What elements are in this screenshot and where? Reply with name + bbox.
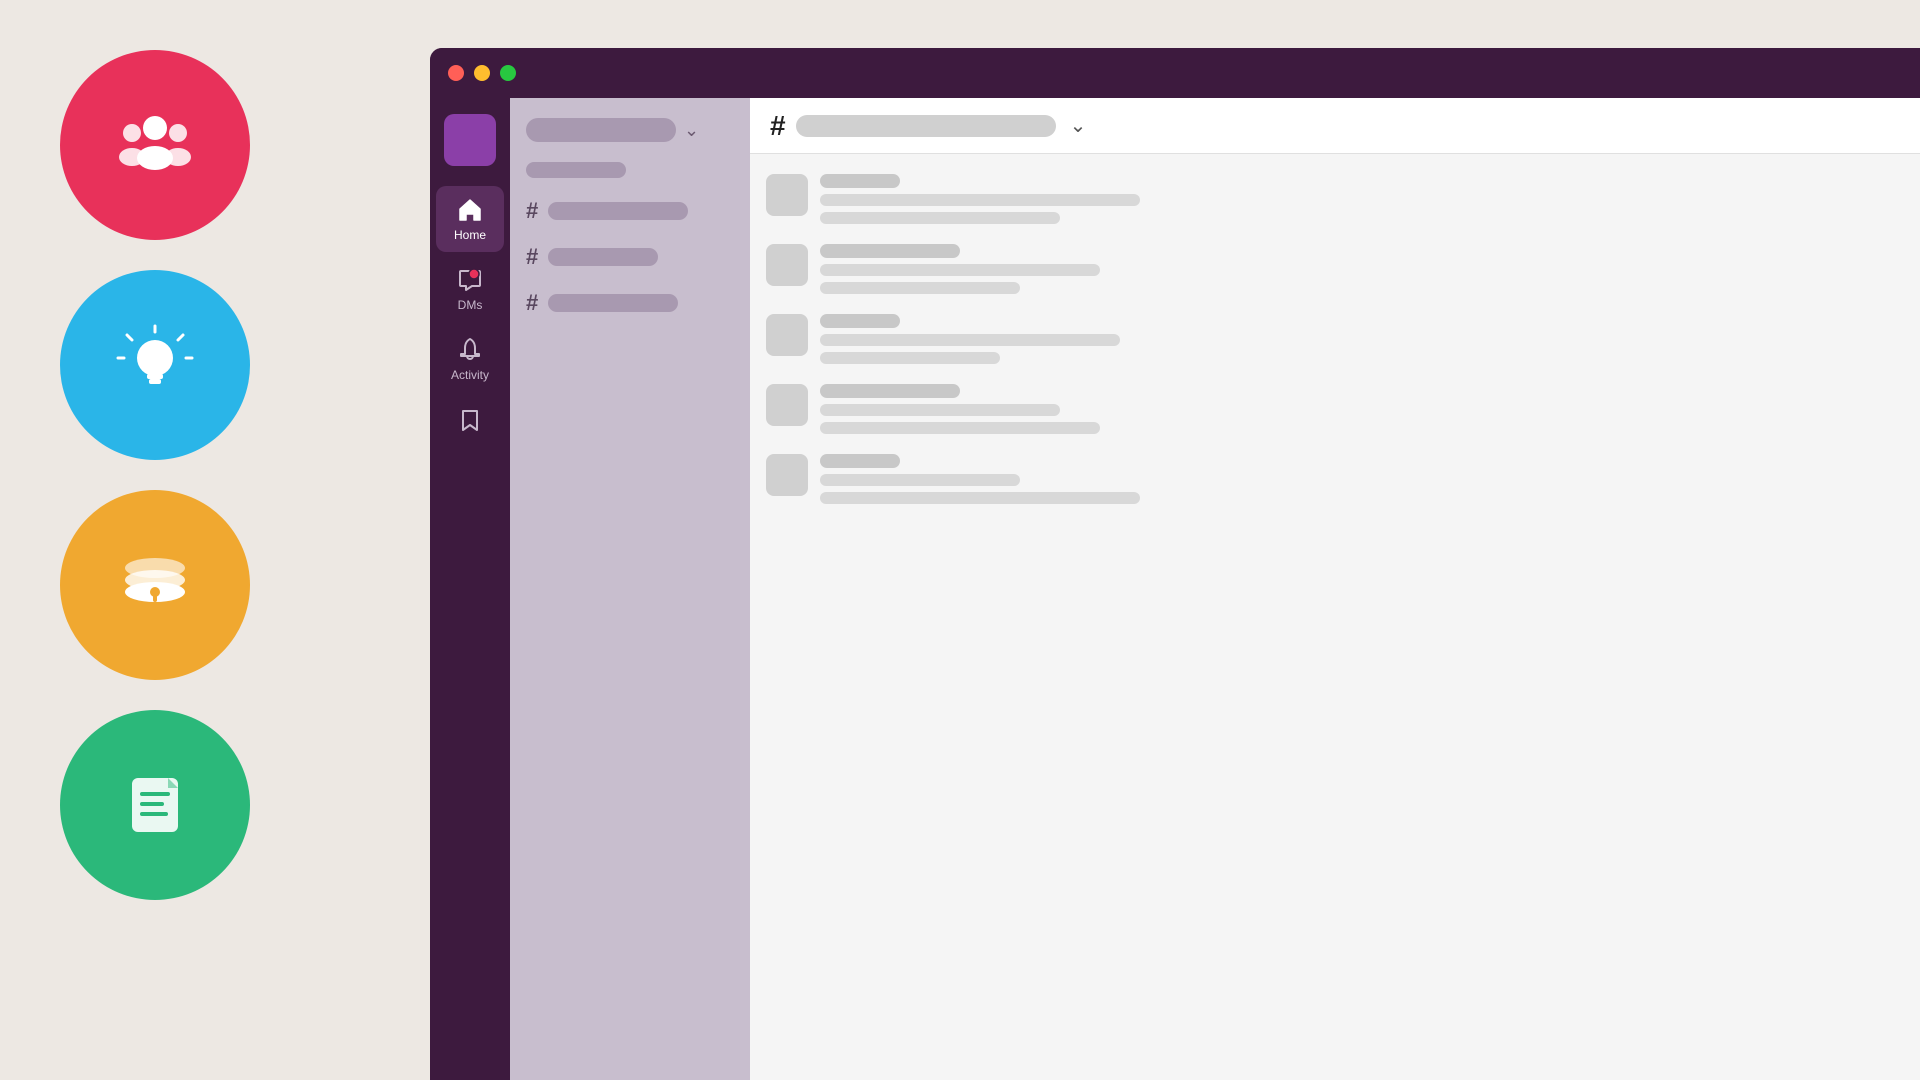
main-area: Home DMs Activity: [430, 98, 1920, 1080]
message-content: [820, 384, 1904, 434]
minimize-button[interactable]: [474, 65, 490, 81]
channels-section-label: [526, 162, 626, 178]
people-icon: [110, 100, 200, 190]
hash-icon-1: #: [526, 198, 538, 224]
channel-item-1[interactable]: #: [526, 194, 734, 228]
content-title-bar: [796, 115, 1056, 137]
nav-item-dms[interactable]: DMs: [436, 256, 504, 322]
avatar: [766, 244, 808, 286]
message-list: [750, 154, 1920, 1080]
content-hash-icon: #: [770, 110, 786, 142]
msg-text-bar: [820, 264, 1100, 276]
left-icon-panel: [60, 50, 250, 900]
layers-icon: [110, 540, 200, 630]
maximize-button[interactable]: [500, 65, 516, 81]
table-row: [766, 454, 1904, 504]
message-content: [820, 244, 1904, 294]
sidebar-nav: Home DMs Activity: [430, 98, 510, 1080]
table-row: [766, 384, 1904, 434]
msg-text-bar: [820, 404, 1060, 416]
channel-name-bar-3: [548, 294, 678, 312]
msg-text-bar: [820, 194, 1140, 206]
msg-name-bar: [820, 454, 900, 468]
msg-name-bar: [820, 314, 900, 328]
msg-name-bar: [820, 174, 900, 188]
home-icon: [456, 196, 484, 224]
layers-icon-circle: [60, 490, 250, 680]
avatar: [766, 454, 808, 496]
msg-text-bar: [820, 334, 1120, 346]
table-row: [766, 244, 1904, 294]
avatar: [766, 174, 808, 216]
activity-icon: [456, 336, 484, 364]
channel-sidebar: ⌄ # # #: [510, 98, 750, 1080]
channel-item-3[interactable]: #: [526, 286, 734, 320]
idea-icon-circle: [60, 270, 250, 460]
docs-icon: [110, 760, 200, 850]
dms-label: DMs: [458, 298, 483, 312]
avatar: [766, 384, 808, 426]
saved-icon: [456, 406, 484, 434]
workspace-name-bar: [526, 118, 676, 142]
channel-item-2[interactable]: #: [526, 240, 734, 274]
content-chevron-icon: ⌄: [1070, 113, 1087, 138]
nav-item-activity[interactable]: Activity: [436, 326, 504, 392]
content-header: # ⌄: [750, 98, 1920, 154]
msg-text-bar: [820, 422, 1100, 434]
home-label: Home: [454, 228, 486, 242]
channel-name-bar-2: [548, 248, 658, 266]
table-row: [766, 314, 1904, 364]
app-window: Home DMs Activity: [430, 48, 1920, 1080]
msg-text-bar: [820, 474, 1020, 486]
msg-text-bar: [820, 212, 1060, 224]
workspace-button[interactable]: [444, 114, 496, 166]
channel-header-chevron-icon: ⌄: [684, 120, 699, 141]
nav-item-home[interactable]: Home: [436, 186, 504, 252]
msg-name-bar: [820, 244, 960, 258]
hash-icon-2: #: [526, 244, 538, 270]
hash-icon-3: #: [526, 290, 538, 316]
people-icon-circle: [60, 50, 250, 240]
title-bar: [430, 48, 1920, 98]
main-content: # ⌄: [750, 98, 1920, 1080]
nav-item-saved[interactable]: [436, 396, 504, 444]
message-content: [820, 314, 1904, 364]
message-content: [820, 454, 1904, 504]
channel-header[interactable]: ⌄: [526, 118, 734, 142]
close-button[interactable]: [448, 65, 464, 81]
dms-icon: [456, 266, 484, 294]
msg-text-bar: [820, 492, 1140, 504]
table-row: [766, 174, 1904, 224]
avatar: [766, 314, 808, 356]
activity-label: Activity: [451, 368, 489, 382]
message-content: [820, 174, 1904, 224]
msg-name-bar: [820, 384, 960, 398]
msg-text-bar: [820, 352, 1000, 364]
docs-icon-circle: [60, 710, 250, 900]
msg-text-bar: [820, 282, 1020, 294]
idea-icon: [110, 320, 200, 410]
channel-name-bar-1: [548, 202, 688, 220]
